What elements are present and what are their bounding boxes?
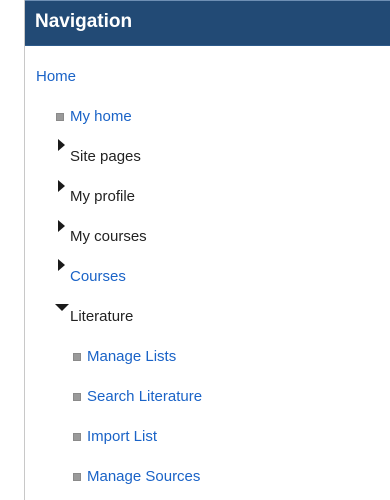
collapse-triangle-icon[interactable]: [55, 304, 69, 311]
nav-item-search-literature[interactable]: Search Literature: [87, 386, 202, 408]
nav-item-my-courses[interactable]: My courses: [70, 226, 147, 248]
bullet-icon: [73, 473, 81, 481]
bullet-icon: [73, 353, 81, 361]
nav-home-link[interactable]: Home: [36, 66, 76, 88]
bullet-icon: [73, 393, 81, 401]
nav-item-my-profile[interactable]: My profile: [70, 186, 135, 208]
navigation-header: Navigation: [25, 0, 390, 46]
nav-item-manage-sources[interactable]: Manage Sources: [87, 466, 200, 488]
expand-triangle-icon[interactable]: [58, 220, 65, 232]
expand-triangle-icon[interactable]: [58, 259, 65, 271]
bullet-icon: [73, 433, 81, 441]
nav-item-site-pages[interactable]: Site pages: [70, 146, 141, 168]
nav-item-import-list[interactable]: Import List: [87, 426, 157, 448]
nav-item-courses[interactable]: Courses: [70, 266, 126, 288]
nav-item-manage-lists[interactable]: Manage Lists: [87, 346, 176, 368]
nav-item-my-home[interactable]: My home: [70, 106, 132, 128]
expand-triangle-icon[interactable]: [58, 139, 65, 151]
navigation-block: Navigation Home My home Site pages My pr…: [24, 0, 390, 500]
navigation-title: Navigation: [35, 11, 133, 32]
expand-triangle-icon[interactable]: [58, 180, 65, 192]
bullet-icon: [56, 113, 64, 121]
nav-item-literature[interactable]: Literature: [70, 306, 133, 328]
